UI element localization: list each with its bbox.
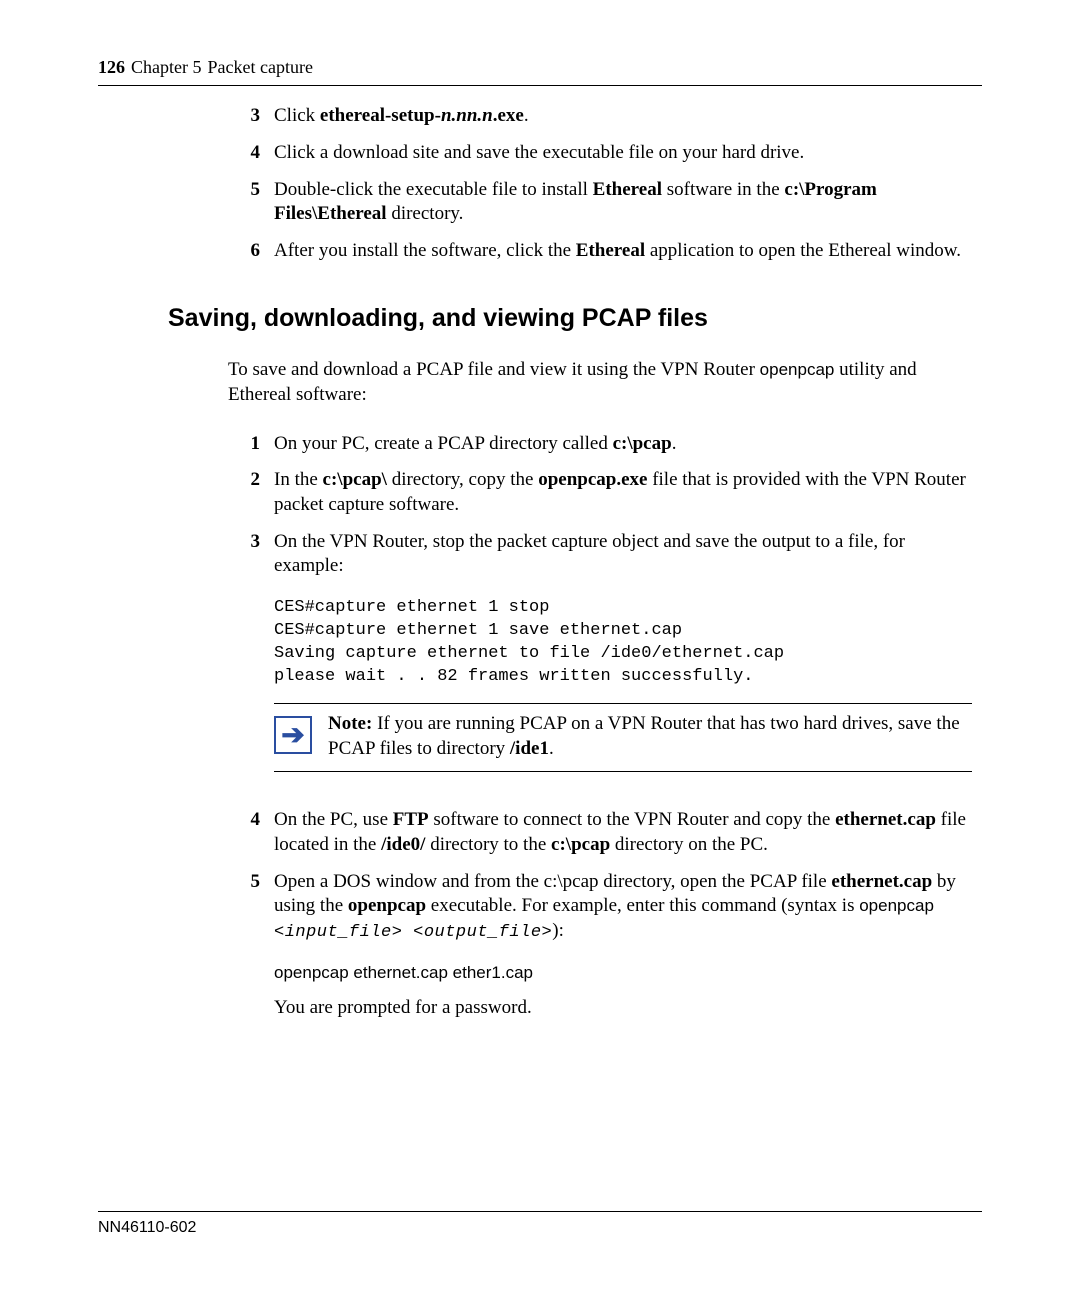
section-heading: Saving, downloading, and viewing PCAP fi… <box>168 302 982 335</box>
step-body: Open a DOS window and from the c:\pcap d… <box>274 870 972 1021</box>
page-number: 126 <box>98 56 125 79</box>
arrow-right-icon: ➔ <box>274 716 312 754</box>
step-number: 4 <box>228 141 274 166</box>
page-header: 126 Chapter 5 Packet capture <box>98 56 982 86</box>
pcap-step-4: 4 On the PC, use FTP software to connect… <box>228 808 972 857</box>
step-body: On the PC, use FTP software to connect t… <box>274 808 972 857</box>
pcap-step-1: 1 On your PC, create a PCAP directory ca… <box>228 432 972 457</box>
pcap-step-3: 3 On the VPN Router, stop the packet cap… <box>228 530 972 797</box>
step-6: 6 After you install the software, click … <box>228 239 972 264</box>
pcap-step-2: 2 In the c:\pcap\ directory, copy the op… <box>228 468 972 517</box>
pcap-steps: 1 On your PC, create a PCAP directory ca… <box>228 432 972 1021</box>
step-body: Click ethereal-setup-n.nn.n.exe. <box>274 104 972 129</box>
step-number: 6 <box>228 239 274 264</box>
command-line: openpcap ethernet.cap ether1.cap <box>274 962 972 984</box>
document-id: NN46110-602 <box>98 1211 982 1239</box>
step-3: 3 Click ethereal-setup-n.nn.n.exe. <box>228 104 972 129</box>
chapter-label: Chapter 5 <box>131 56 201 79</box>
section-intro: To save and download a PCAP file and vie… <box>228 358 972 407</box>
step-body: On the VPN Router, stop the packet captu… <box>274 530 972 797</box>
installation-steps: 3 Click ethereal-setup-n.nn.n.exe. 4 Cli… <box>228 104 972 263</box>
step-number: 5 <box>228 178 274 227</box>
pcap-step-5: 5 Open a DOS window and from the c:\pcap… <box>228 870 972 1021</box>
chapter-title: Packet capture <box>207 56 312 79</box>
step-body: Click a download site and save the execu… <box>274 141 972 166</box>
step-number: 4 <box>228 808 274 857</box>
step-5: 5 Double-click the executable file to in… <box>228 178 972 227</box>
step-number: 1 <box>228 432 274 457</box>
code-sample: CES#capture ethernet 1 stop CES#capture … <box>274 597 972 689</box>
step-number: 2 <box>228 468 274 517</box>
step-body: After you install the software, click th… <box>274 239 972 264</box>
step-4: 4 Click a download site and save the exe… <box>228 141 972 166</box>
step-number: 3 <box>228 104 274 129</box>
note-text: Note: If you are running PCAP on a VPN R… <box>328 712 972 761</box>
step-body: In the c:\pcap\ directory, copy the open… <box>274 468 972 517</box>
note-callout: ➔ Note: If you are running PCAP on a VPN… <box>274 703 972 772</box>
step-number: 5 <box>228 870 274 1021</box>
step-body: On your PC, create a PCAP directory call… <box>274 432 972 457</box>
step-body: Double-click the executable file to inst… <box>274 178 972 227</box>
step-number: 3 <box>228 530 274 797</box>
